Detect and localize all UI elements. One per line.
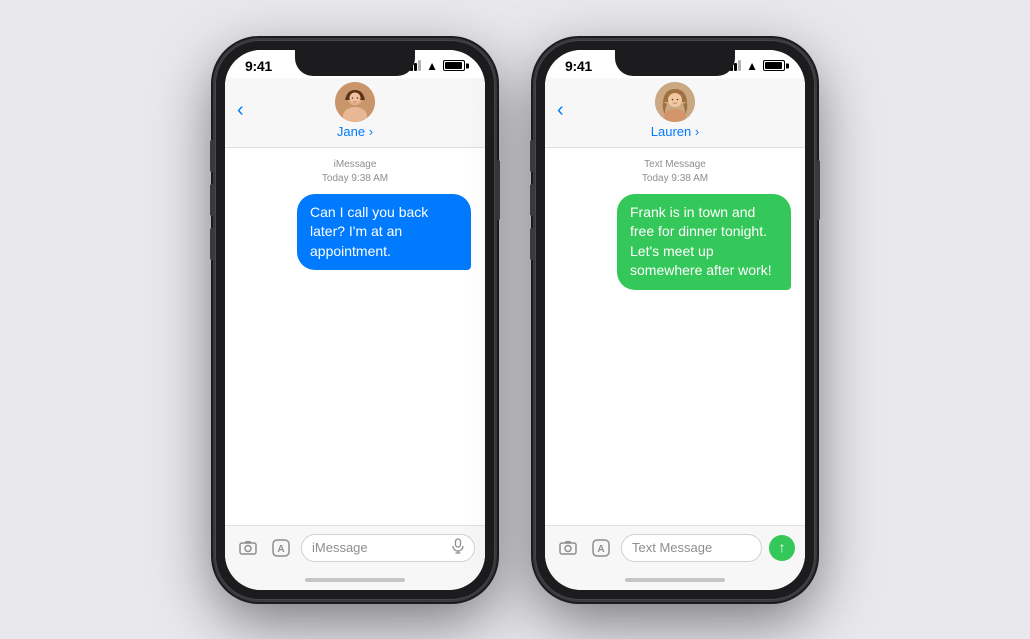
home-bar-right bbox=[625, 578, 725, 582]
home-indicator-left bbox=[225, 570, 485, 590]
message-meta-right: Text Message Today 9:38 AM bbox=[559, 158, 791, 186]
battery-icon-right bbox=[763, 60, 785, 71]
phone-body-right: 9:41 ▲ ‹ bbox=[535, 40, 815, 600]
input-placeholder-left: iMessage bbox=[312, 540, 368, 555]
home-bar-left bbox=[305, 578, 405, 582]
phone-content-left: 9:41 ▲ ‹ bbox=[225, 50, 485, 590]
send-arrow-icon: ↑ bbox=[779, 540, 786, 554]
back-button-right[interactable]: ‹ bbox=[557, 100, 564, 120]
contact-name-left[interactable]: Jane › bbox=[337, 124, 373, 139]
phone-content-right: 9:41 ▲ ‹ bbox=[545, 50, 805, 590]
status-time-left: 9:41 bbox=[245, 58, 272, 74]
input-bar-left: A iMessage bbox=[225, 525, 485, 570]
message-input-right[interactable]: Text Message bbox=[621, 534, 762, 562]
messages-container-right: Text Message Today 9:38 AM Frank is in t… bbox=[545, 148, 805, 525]
message-bubble-left: Can I call you back later? I'm at an app… bbox=[297, 194, 471, 271]
back-button-left[interactable]: ‹ bbox=[237, 100, 244, 120]
phone-screen-left: 9:41 ▲ ‹ bbox=[225, 50, 485, 590]
notch-left bbox=[295, 50, 415, 76]
phone-body-left: 9:41 ▲ ‹ bbox=[215, 40, 495, 600]
message-meta-left: iMessage Today 9:38 AM bbox=[239, 158, 471, 186]
battery-icon-left bbox=[443, 60, 465, 71]
messages-container-left: iMessage Today 9:38 AM Can I call you ba… bbox=[225, 148, 485, 525]
send-button-right[interactable]: ↑ bbox=[769, 535, 795, 561]
input-placeholder-right: Text Message bbox=[632, 540, 712, 555]
status-icons-left: ▲ bbox=[406, 59, 465, 73]
contact-header-left: Jane › bbox=[335, 82, 375, 139]
message-bubble-right: Frank is in town and free for dinner ton… bbox=[617, 194, 791, 290]
home-indicator-right bbox=[545, 570, 805, 590]
phone-screen-right: 9:41 ▲ ‹ bbox=[545, 50, 805, 590]
notch-right bbox=[615, 50, 735, 76]
mic-icon-left bbox=[452, 538, 464, 557]
camera-icon-left[interactable] bbox=[235, 535, 261, 561]
message-input-left[interactable]: iMessage bbox=[301, 534, 475, 562]
contact-header-right: Lauren › bbox=[651, 82, 699, 139]
svg-text:A: A bbox=[597, 544, 604, 555]
camera-icon-right[interactable] bbox=[555, 535, 581, 561]
appstore-icon-left[interactable]: A bbox=[268, 535, 294, 561]
back-chevron-left: ‹ bbox=[237, 100, 244, 120]
status-time-right: 9:41 bbox=[565, 58, 592, 74]
nav-bar-left: ‹ bbox=[225, 78, 485, 148]
status-icons-right: ▲ bbox=[726, 59, 785, 73]
svg-text:A: A bbox=[277, 544, 284, 555]
back-chevron-right: ‹ bbox=[557, 100, 564, 120]
appstore-icon-right[interactable]: A bbox=[588, 535, 614, 561]
avatar-left bbox=[335, 82, 375, 122]
phone-imessage: 9:41 ▲ ‹ bbox=[215, 40, 495, 600]
wifi-icon-left: ▲ bbox=[426, 59, 438, 73]
wifi-icon-right: ▲ bbox=[746, 59, 758, 73]
nav-bar-right: ‹ bbox=[545, 78, 805, 148]
input-bar-right: A Text Message ↑ bbox=[545, 525, 805, 570]
avatar-right bbox=[655, 82, 695, 122]
phone-sms: 9:41 ▲ ‹ bbox=[535, 40, 815, 600]
contact-name-right[interactable]: Lauren › bbox=[651, 124, 699, 139]
